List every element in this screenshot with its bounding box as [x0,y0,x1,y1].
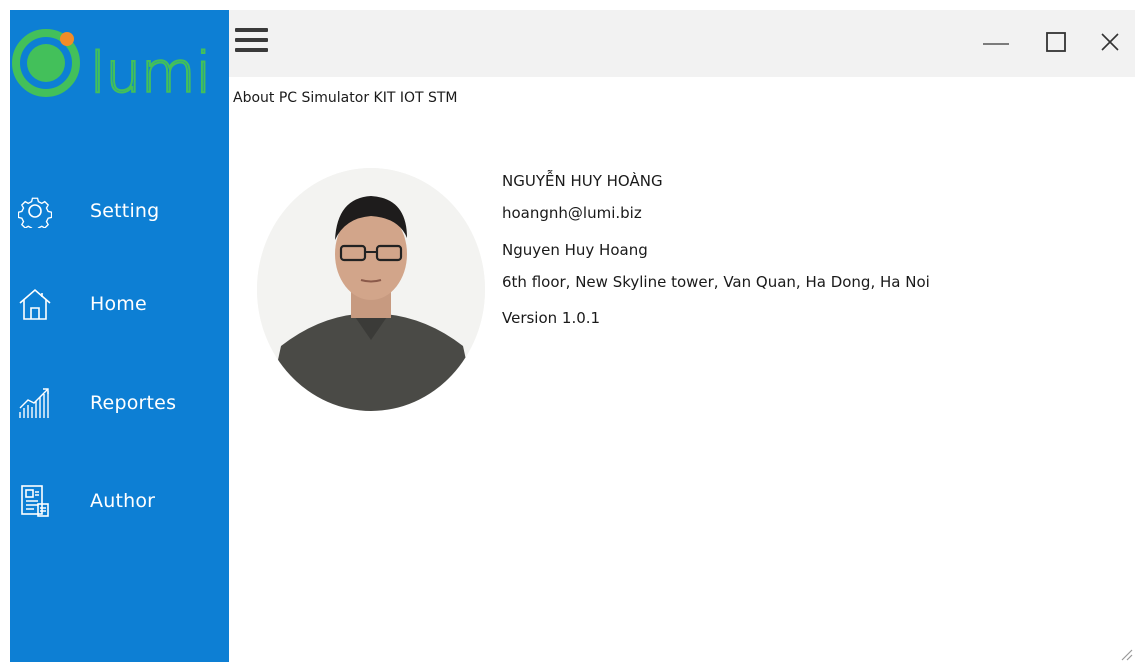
title-bar [229,10,1135,77]
home-icon [16,285,54,323]
sidebar-item-label: Setting [90,200,160,222]
sidebar-item-reportes[interactable]: Reportes [10,372,229,434]
sidebar: lumi Setting Home Reportes Author [10,10,229,662]
author-avatar [257,168,485,411]
gear-icon [16,192,54,230]
sidebar-item-home[interactable]: Home [10,273,229,335]
author-name-upper: NGUYỄN HUY HOÀNG [502,172,663,190]
sidebar-item-setting[interactable]: Setting [10,180,229,242]
minimize-icon[interactable] [977,24,1013,60]
app-window: lumi Setting Home Reportes Author About … [10,10,1135,662]
author-address: 6th floor, New Skyline tower, Van Quan, … [502,273,930,291]
hamburger-icon[interactable] [235,24,271,60]
chart-icon [16,384,54,422]
close-icon[interactable] [1092,24,1128,60]
id-card-icon [16,482,54,520]
svg-text:lumi: lumi [90,41,211,106]
app-version: Version 1.0.1 [502,309,601,327]
sidebar-item-author[interactable]: Author [10,470,229,532]
sidebar-item-label: Author [90,490,156,512]
lumi-logo: lumi [10,10,229,120]
sidebar-item-label: Reportes [90,392,177,414]
maximize-icon[interactable] [1038,24,1074,60]
resize-grip-icon[interactable] [1119,646,1133,661]
sidebar-item-label: Home [90,293,147,315]
author-email: hoangnh@lumi.biz [502,204,642,222]
page-title: About PC Simulator KIT IOT STM [233,90,458,106]
author-name: Nguyen Huy Hoang [502,241,648,259]
